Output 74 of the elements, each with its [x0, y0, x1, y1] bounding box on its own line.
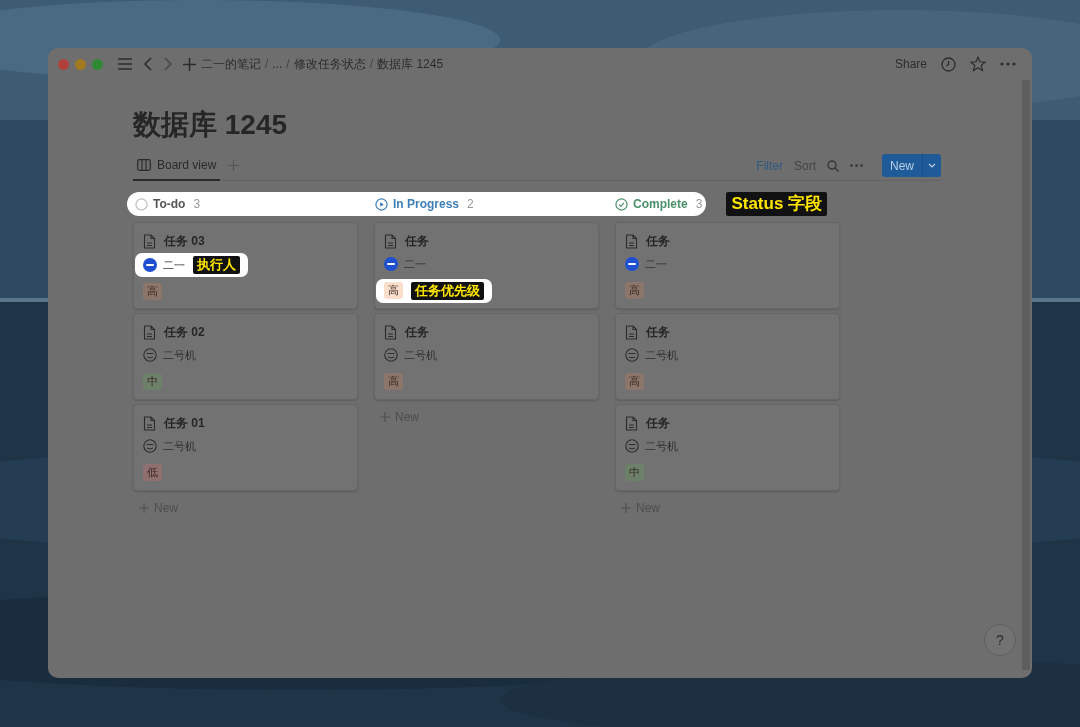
- breadcrumb-link[interactable]: 数据库 1245: [377, 55, 444, 73]
- board-icon: [137, 159, 151, 171]
- breadcrumb-link[interactable]: 修改任务状态: [293, 55, 366, 73]
- breadcrumb-separator: /: [369, 56, 374, 73]
- breadcrumb-separator: /: [286, 56, 290, 73]
- empty-circle-icon: [135, 197, 148, 211]
- avatar-icon: [143, 258, 157, 272]
- status-label: To-do: [153, 196, 186, 213]
- plus-icon[interactable]: [183, 57, 196, 71]
- annotation-label: Status 字段: [726, 192, 828, 216]
- check-circle-icon: [615, 197, 628, 211]
- priority-tag: 低: [143, 463, 162, 481]
- person-circle-icon: [625, 348, 639, 363]
- document-icon: [625, 233, 638, 249]
- new-button[interactable]: New: [882, 154, 941, 177]
- priority-tag: 高: [625, 281, 644, 299]
- breadcrumb-link[interactable]: ...: [272, 55, 283, 73]
- avatar-icon: [625, 257, 639, 272]
- assignee-name: 二一: [163, 257, 185, 273]
- card-title: 任务 01: [164, 415, 205, 432]
- status-count: 2: [467, 196, 474, 213]
- star-icon[interactable]: [970, 56, 986, 72]
- priority-tag: 高: [625, 372, 644, 390]
- status-label: In Progress: [393, 196, 460, 213]
- document-icon: [143, 415, 156, 431]
- page-title: 数据库 1245: [133, 108, 289, 142]
- back-icon[interactable]: [143, 57, 153, 71]
- priority-tag: 中: [625, 463, 644, 481]
- search-icon[interactable]: [827, 159, 839, 172]
- card-title: 任务: [646, 415, 670, 432]
- scrollbar[interactable]: [1022, 80, 1030, 670]
- priority-tag: 高: [143, 283, 162, 300]
- forward-icon[interactable]: [163, 57, 173, 71]
- filter-button[interactable]: Filter: [756, 156, 783, 175]
- breadcrumb-separator: /: [265, 56, 269, 73]
- play-circle-icon: [375, 197, 388, 211]
- status-count: 3: [695, 196, 703, 213]
- clock-icon[interactable]: [941, 56, 956, 72]
- add-view-icon[interactable]: [228, 160, 240, 171]
- more-icon[interactable]: [850, 164, 863, 167]
- card-title: 任务: [646, 233, 670, 250]
- document-icon: [143, 233, 156, 249]
- plus-icon: [139, 503, 149, 513]
- status-count: 3: [193, 196, 201, 213]
- card-title: 任务: [405, 233, 429, 250]
- priority-tag: 高: [384, 282, 403, 299]
- person-circle-icon: [384, 348, 398, 363]
- priority-tag: 中: [143, 372, 162, 390]
- plus-icon: [621, 503, 631, 513]
- card-title: 任务 02: [164, 324, 205, 341]
- annotation-label: 执行人: [193, 256, 240, 274]
- task-card[interactable]: 任务 03 二一 执行人 高: [133, 222, 358, 309]
- document-icon: [384, 233, 397, 249]
- document-icon: [143, 324, 156, 340]
- plus-icon: [380, 412, 390, 422]
- more-icon[interactable]: [1000, 62, 1016, 66]
- card-title: 任务: [646, 324, 670, 341]
- document-icon: [384, 324, 397, 340]
- priority-tag: 高: [384, 372, 403, 390]
- status-label: Complete: [633, 196, 688, 213]
- view-tab[interactable]: Board view: [133, 151, 221, 181]
- person-circle-icon: [143, 348, 157, 363]
- person-circle-icon: [143, 439, 157, 454]
- help-button[interactable]: ?: [984, 624, 1016, 656]
- avatar-icon: [384, 257, 398, 272]
- chevron-down-icon: [928, 163, 936, 168]
- document-icon: [625, 324, 638, 340]
- person-circle-icon: [625, 439, 639, 454]
- annotation-label: 任务优先级: [411, 281, 484, 300]
- document-icon: [625, 415, 638, 431]
- card-title: 任务 03: [164, 233, 205, 250]
- card-title: 任务: [405, 324, 429, 341]
- menu-icon[interactable]: [117, 57, 133, 71]
- share-button[interactable]: Share: [894, 55, 927, 73]
